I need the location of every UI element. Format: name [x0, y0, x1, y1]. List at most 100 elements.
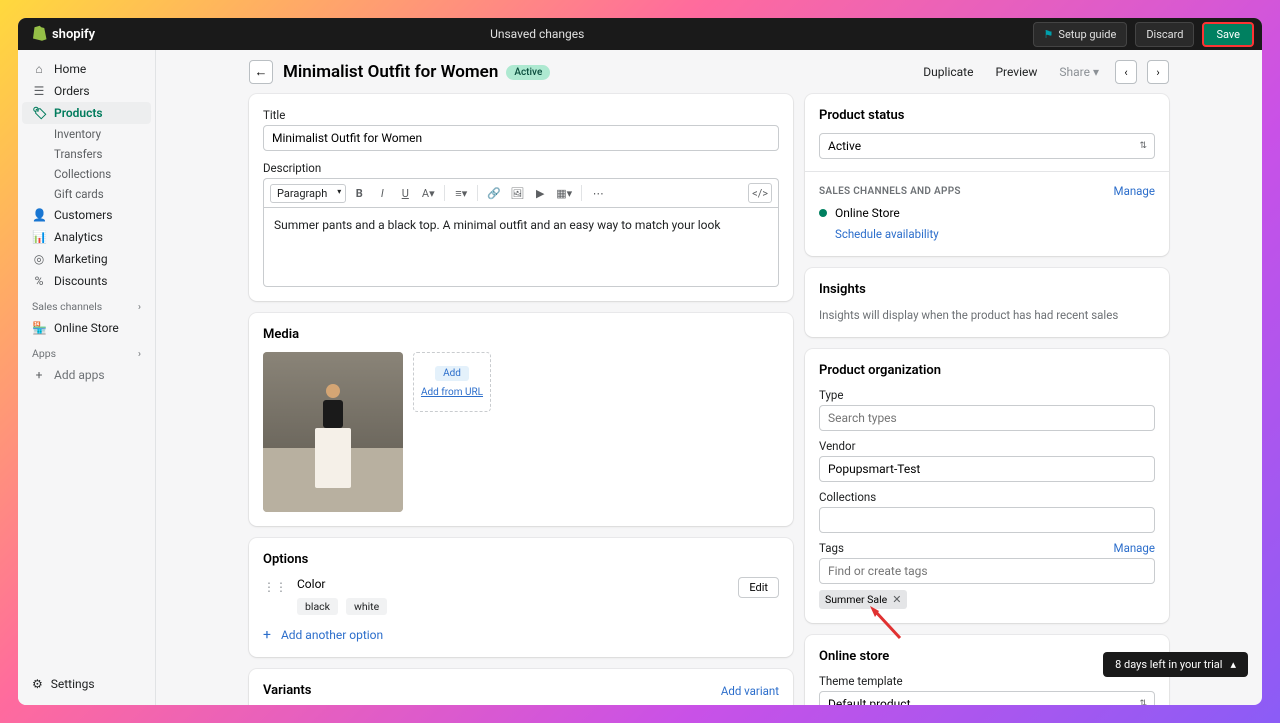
add-media-button[interactable]: Add	[435, 366, 469, 381]
store-icon: 🏪	[32, 321, 46, 335]
theme-select[interactable]	[819, 691, 1155, 705]
vendor-label: Vendor	[819, 439, 1155, 453]
table-icon[interactable]: ▦▾	[553, 183, 575, 203]
underline-icon[interactable]: U	[395, 183, 415, 203]
user-icon: 👤	[32, 208, 46, 222]
manage-tags-link[interactable]: Manage	[1114, 541, 1155, 555]
edit-option-button[interactable]: Edit	[738, 577, 779, 598]
nav-customers[interactable]: 👤Customers	[22, 204, 151, 226]
product-image[interactable]	[263, 352, 403, 512]
select-color[interactable]: Color ▾	[365, 704, 401, 705]
type-input[interactable]	[819, 405, 1155, 431]
more-icon[interactable]: ⋯	[588, 183, 608, 203]
nav-marketing[interactable]: ◎Marketing	[22, 248, 151, 270]
image-icon[interactable]: 🖼	[507, 183, 527, 203]
plus-icon: +	[263, 627, 271, 643]
media-heading: Media	[263, 327, 779, 342]
nav-online-store[interactable]: 🏪Online Store	[22, 317, 151, 339]
product-status-card: Product status SALES CHANNELS AND APPS M…	[805, 94, 1169, 256]
align-icon[interactable]: ≡▾	[451, 183, 471, 203]
manage-channels-link[interactable]: Manage	[1114, 184, 1155, 198]
chevron-up-icon: ▴	[1230, 658, 1236, 671]
channel-row: Online Store	[819, 206, 1155, 220]
link-icon[interactable]: 🔗	[484, 183, 504, 203]
option-value-chip: white	[346, 598, 387, 615]
nav-add-apps[interactable]: +Add apps	[22, 364, 151, 386]
sales-channels-header: Sales channels›	[22, 292, 151, 317]
variants-heading: Variants	[263, 683, 311, 698]
bold-icon[interactable]: B	[349, 183, 369, 203]
vendor-input[interactable]	[819, 456, 1155, 482]
shopify-logo: shopify	[30, 25, 95, 43]
title-label: Title	[263, 108, 779, 122]
nav-home[interactable]: ⌂Home	[22, 58, 151, 80]
page-title: Minimalist Outfit for Women Active	[283, 62, 907, 82]
tag-icon: 🏷	[32, 106, 46, 120]
brand-text: shopify	[52, 27, 95, 42]
select-label: Select	[263, 704, 295, 705]
tags-input[interactable]	[819, 558, 1155, 584]
setup-guide-button[interactable]: ⚑Setup guide	[1033, 22, 1128, 47]
collections-label: Collections	[819, 490, 1155, 504]
chevron-right-icon[interactable]: ›	[138, 347, 141, 360]
type-label: Type	[819, 388, 1155, 402]
nav-orders[interactable]: ☰Orders	[22, 80, 151, 102]
paragraph-dropdown[interactable]: Paragraph	[270, 184, 346, 203]
collections-input[interactable]	[819, 507, 1155, 533]
nav-gift-cards[interactable]: Gift cards	[22, 184, 151, 204]
insights-text: Insights will display when the product h…	[819, 307, 1155, 323]
share-link[interactable]: Share ▾	[1053, 65, 1105, 79]
target-icon: ◎	[32, 252, 46, 266]
italic-icon[interactable]: I	[372, 183, 392, 203]
trial-banner[interactable]: 8 days left in your trial ▴	[1103, 652, 1248, 677]
option-value-chip: black	[297, 598, 338, 615]
status-dot-icon	[819, 209, 827, 217]
status-badge: Active	[506, 65, 550, 80]
variants-card: Variants Add variant Select All None Col…	[249, 669, 793, 705]
duplicate-link[interactable]: Duplicate	[917, 65, 979, 79]
discard-button[interactable]: Discard	[1135, 22, 1194, 47]
options-card: Options ⋮⋮ Color black white Edit +	[249, 538, 793, 657]
title-input[interactable]	[263, 125, 779, 151]
tags-label: Tags	[819, 541, 844, 555]
drag-handle-icon[interactable]: ⋮⋮	[263, 577, 287, 594]
save-button[interactable]: Save	[1202, 22, 1254, 47]
title-card: Title Description Paragraph B I U A▾ ≡▾	[249, 94, 793, 301]
insights-heading: Insights	[819, 282, 1155, 297]
add-variant-link[interactable]: Add variant	[721, 684, 779, 698]
nav-settings[interactable]: ⚙Settings	[22, 671, 151, 697]
status-select[interactable]	[819, 133, 1155, 159]
select-none[interactable]: None	[328, 704, 355, 705]
org-heading: Product organization	[819, 363, 1155, 378]
insights-card: Insights Insights will display when the …	[805, 268, 1169, 337]
nav-inventory[interactable]: Inventory	[22, 124, 151, 144]
text-color-icon[interactable]: A▾	[418, 183, 438, 203]
option-name: Color	[297, 577, 728, 591]
media-dropzone[interactable]: Add Add from URL	[413, 352, 491, 412]
channels-label: SALES CHANNELS AND APPS	[819, 186, 961, 197]
chevron-right-icon[interactable]: ›	[138, 300, 141, 313]
preview-link[interactable]: Preview	[989, 65, 1043, 79]
add-from-url-link[interactable]: Add from URL	[421, 387, 483, 398]
media-card: Media Add Add from URL	[249, 313, 793, 526]
apps-header: Apps›	[22, 339, 151, 364]
chart-icon: 📊	[32, 230, 46, 244]
status-heading: Product status	[819, 108, 1155, 123]
description-label: Description	[263, 161, 779, 175]
code-icon[interactable]: </>	[748, 183, 772, 203]
select-all[interactable]: All	[305, 704, 318, 705]
video-icon[interactable]: ▶	[530, 183, 550, 203]
nav-products[interactable]: 🏷Products	[22, 102, 151, 124]
description-editor[interactable]: Summer pants and a black top. A minimal …	[263, 207, 779, 287]
add-option-button[interactable]: + Add another option	[263, 627, 779, 643]
nav-discounts[interactable]: %Discounts	[22, 270, 151, 292]
back-button[interactable]: ←	[249, 60, 273, 84]
prev-product-button[interactable]: ‹	[1115, 60, 1137, 84]
next-product-button[interactable]: ›	[1147, 60, 1169, 84]
nav-analytics[interactable]: 📊Analytics	[22, 226, 151, 248]
gear-icon: ⚙	[32, 677, 43, 691]
nav-collections[interactable]: Collections	[22, 164, 151, 184]
nav-transfers[interactable]: Transfers	[22, 144, 151, 164]
annotation-arrow	[865, 603, 905, 643]
schedule-link[interactable]: Schedule availability	[835, 227, 939, 241]
